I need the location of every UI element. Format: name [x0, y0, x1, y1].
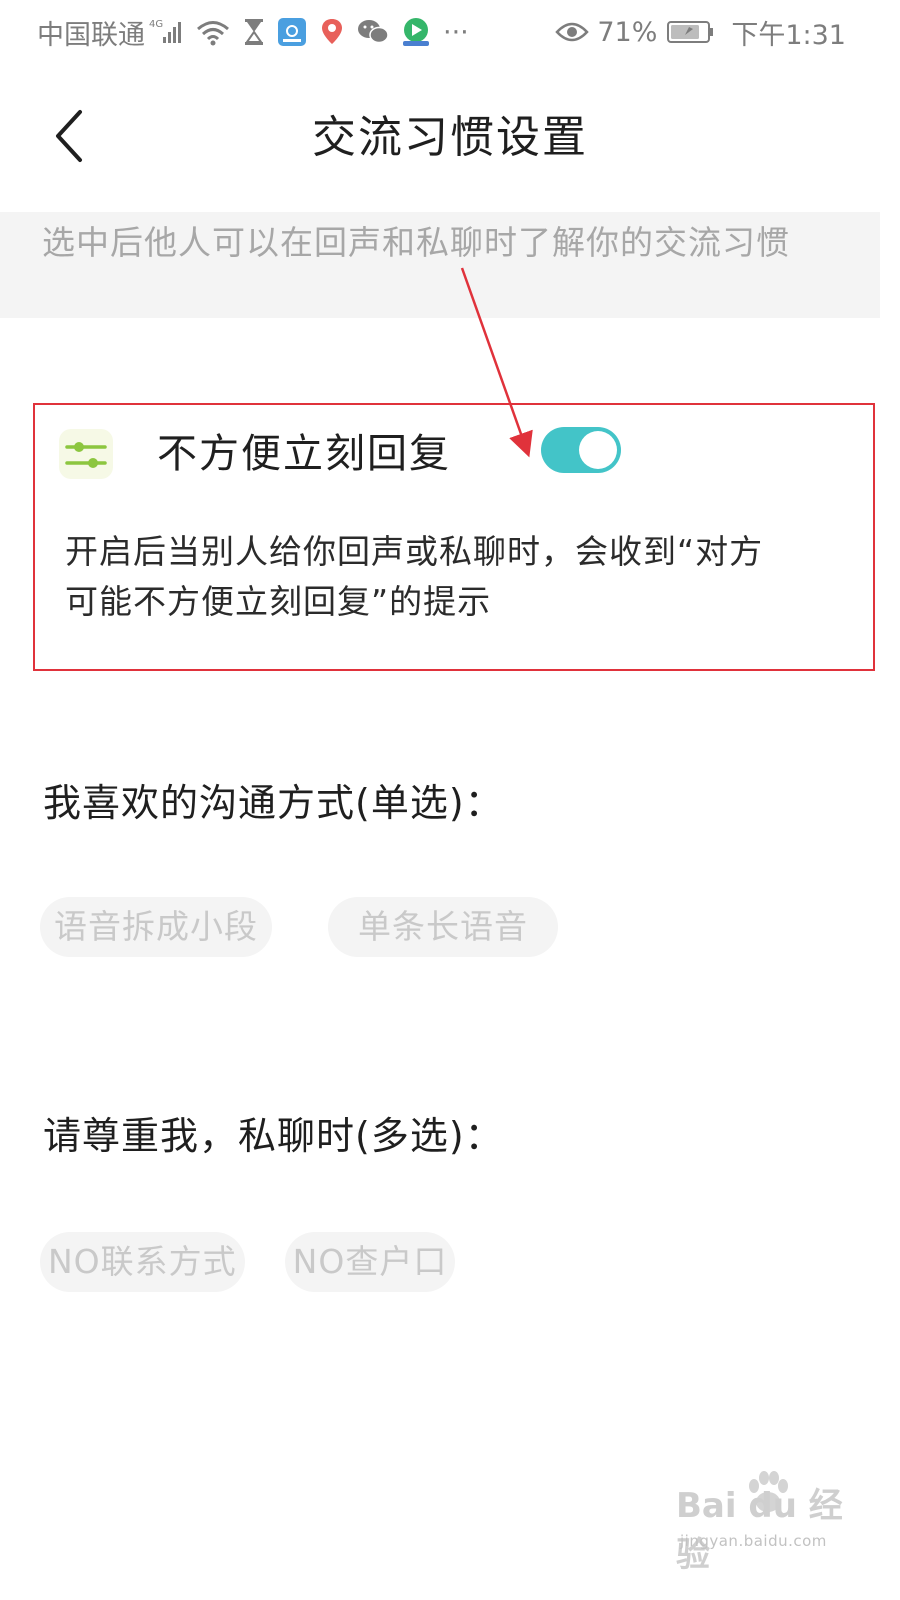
- battery-percentage: 71%: [597, 16, 658, 48]
- setting-card-not-available: 不方便立刻回复 开启后当别人给你回声或私聊时，会收到“对方可能不方便立刻回复”的…: [33, 403, 875, 671]
- location-app-icon: [319, 17, 345, 47]
- watermark-url: jingyan.baidu.com: [680, 1532, 827, 1550]
- private-chat-section-title: 请尊重我，私聊时(多选)：: [43, 1114, 504, 1158]
- not-available-toggle[interactable]: [541, 427, 621, 473]
- app-notification-icon: [277, 17, 307, 47]
- signal-icon: 4G: [149, 17, 183, 47]
- setting-title: 不方便立刻回复: [157, 431, 451, 477]
- status-bar-right: 71% 下午1:31: [555, 14, 846, 51]
- option-chip-long-voice[interactable]: 单条长语音: [328, 897, 558, 957]
- clock-time: 下午1:31: [731, 19, 846, 51]
- page-title: 交流习惯设置: [312, 112, 588, 163]
- toggle-knob: [579, 431, 617, 469]
- carrier-name: 中国联通: [37, 19, 145, 51]
- setting-description: 开启后当别人给你回声或私聊时，会收到“对方可能不方便立刻回复”的提示: [65, 532, 764, 621]
- eye-icon: [555, 20, 590, 44]
- info-banner: 选中后他人可以在回声和私聊时了解你的交流习惯: [0, 212, 880, 318]
- communication-section-title: 我喜欢的沟通方式(单选)：: [43, 781, 504, 825]
- status-bar: 中国联通 4G ··· 71% 下午1:31: [0, 0, 900, 64]
- option-chip-no-interrogation[interactable]: NO查户口: [284, 1232, 456, 1292]
- status-bar-left: 中国联通 4G ···: [37, 14, 469, 51]
- communication-options: 语音拆成小段 单条长语音: [40, 897, 614, 957]
- more-notifications-icon: ···: [443, 16, 469, 48]
- video-app-icon: [401, 17, 431, 47]
- navigation-header: 交流习惯设置: [0, 86, 900, 190]
- watermark-brand: Bai du 经验: [676, 1486, 843, 1575]
- info-banner-text: 选中后他人可以在回声和私聊时了解你的交流习惯: [42, 223, 790, 262]
- option-chip-voice-segments[interactable]: 语音拆成小段: [40, 897, 272, 957]
- back-button[interactable]: [40, 104, 100, 168]
- option-chip-no-contact[interactable]: NO联系方式: [40, 1232, 245, 1292]
- sliders-icon: [59, 429, 113, 479]
- network-type: 4G: [149, 19, 163, 30]
- wifi-icon: [195, 18, 231, 46]
- battery-icon: [667, 20, 715, 44]
- wechat-icon: [357, 18, 389, 46]
- baidu-jingyan-watermark: Bai du 经验 jingyan.baidu.com: [672, 1468, 852, 1578]
- private-chat-options: NO联系方式 NO查户口: [40, 1232, 495, 1292]
- chevron-left-icon: [56, 110, 82, 162]
- hourglass-icon: [243, 18, 265, 46]
